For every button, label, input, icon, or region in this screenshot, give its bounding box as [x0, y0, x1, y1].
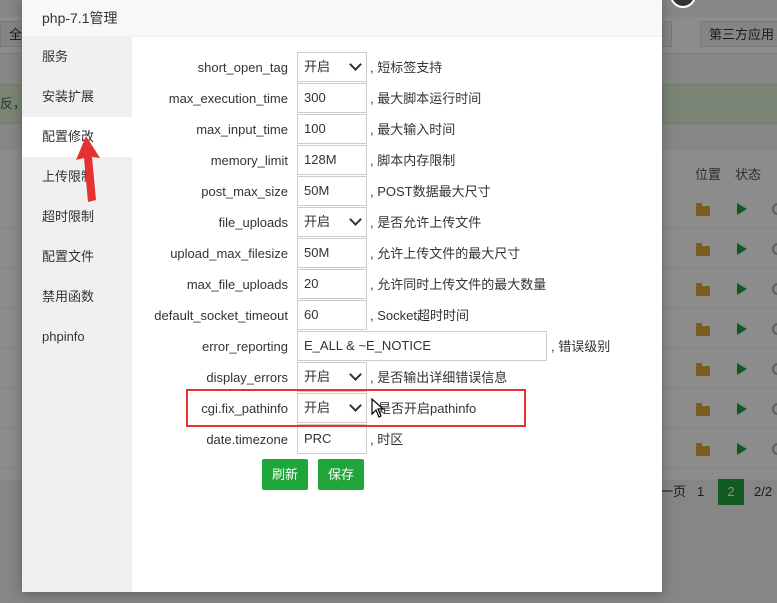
memory-limit-input[interactable]: 128M — [297, 145, 367, 175]
setting-label: error_reporting — [202, 339, 288, 354]
chevron-down-icon — [349, 213, 362, 226]
setting-description: , 脚本内存限制 — [370, 153, 456, 168]
upload-max-filesize-input[interactable]: 50M — [297, 238, 367, 268]
sidebar-item-phpinfo[interactable]: phpinfo — [22, 317, 132, 357]
setting-label: date.timezone — [206, 432, 288, 447]
mouse-cursor-icon — [371, 398, 385, 418]
sidebar-item-service[interactable]: 服务 — [22, 37, 132, 77]
file-uploads-select[interactable]: 开启 — [297, 207, 367, 237]
setting-description: , 时区 — [370, 432, 404, 447]
error-reporting-input[interactable]: E_ALL & ~E_NOTICE — [297, 331, 547, 361]
sidebar-item-disabled-functions[interactable]: 禁用函数 — [22, 277, 132, 317]
save-button[interactable]: 保存 — [318, 459, 364, 490]
setting-label: short_open_tag — [197, 60, 288, 75]
setting-description: , 允许同时上传文件的最大数量 — [370, 277, 547, 292]
max-file-uploads-input[interactable]: 20 — [297, 269, 367, 299]
default-socket-timeout-input[interactable]: 60 — [297, 300, 367, 330]
setting-description: , 最大脚本运行时间 — [370, 91, 482, 106]
max-execution-time-input[interactable]: 300 — [297, 83, 367, 113]
post-max-size-input[interactable]: 50M — [297, 176, 367, 206]
highlight-box — [186, 389, 526, 427]
chevron-down-icon — [349, 58, 362, 71]
setting-description: , 短标签支持 — [370, 60, 443, 75]
setting-description: , Socket超时时间 — [370, 308, 469, 323]
sidebar-item-install-extension[interactable]: 安装扩展 — [22, 77, 132, 117]
dialog-title: php-7.1管理 — [42, 10, 118, 26]
setting-description: , 是否允许上传文件 — [370, 215, 482, 230]
setting-label: post_max_size — [201, 184, 288, 199]
setting-description: , 错误级别 — [551, 339, 611, 354]
annotation-arrow-icon — [76, 136, 100, 202]
dialog-sidebar: 服务 安装扩展 配置修改 上传限制 超时限制 配置文件 禁用函数 phpinfo — [22, 37, 132, 592]
setting-label: default_socket_timeout — [154, 308, 288, 323]
setting-label: max_file_uploads — [186, 277, 288, 292]
setting-label: max_execution_time — [168, 91, 288, 106]
dialog-titlebar: php-7.1管理 — [22, 0, 662, 37]
date-timezone-input[interactable]: PRC — [297, 424, 367, 454]
sidebar-item-config-file[interactable]: 配置文件 — [22, 237, 132, 277]
setting-label: memory_limit — [210, 153, 288, 168]
setting-description: , 允许上传文件的最大尺寸 — [370, 246, 521, 261]
chevron-down-icon — [349, 368, 362, 381]
refresh-button[interactable]: 刷新 — [262, 459, 308, 490]
setting-label: max_input_time — [196, 122, 288, 137]
setting-label: file_uploads — [218, 215, 288, 230]
setting-description: , POST数据最大尺寸 — [370, 184, 491, 199]
short-open-tag-select[interactable]: 开启 — [297, 52, 367, 82]
display-errors-select[interactable]: 开启 — [297, 362, 367, 392]
setting-label: upload_max_filesize — [170, 246, 288, 261]
setting-description: , 最大输入时间 — [370, 122, 456, 137]
max-input-time-input[interactable]: 100 — [297, 114, 367, 144]
